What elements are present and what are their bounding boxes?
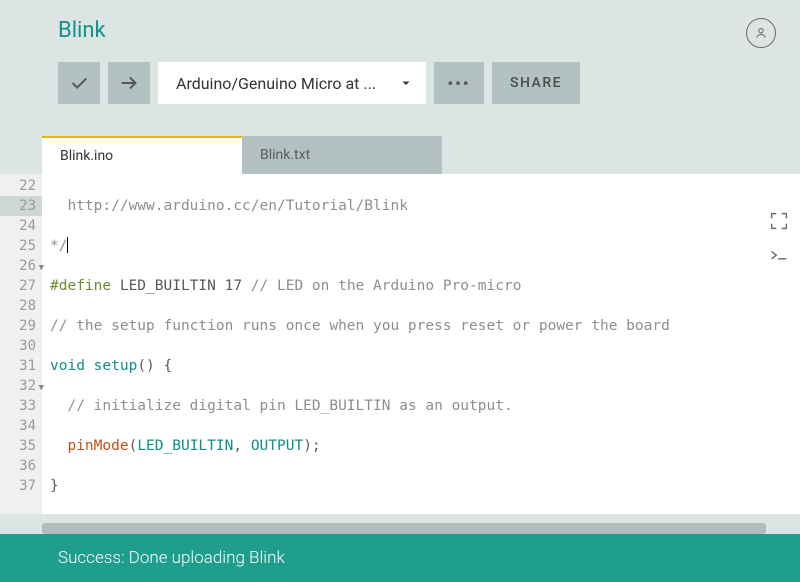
page-title: Blink [58, 18, 106, 43]
status-text: Success: Done uploading Blink [58, 548, 285, 568]
terminal-icon[interactable] [768, 246, 790, 268]
gutter-line: 35 [0, 436, 42, 456]
tab-label: Blink.ino [60, 148, 113, 164]
more-options-button[interactable]: ••• [434, 62, 484, 104]
gutter-line: 36 [0, 456, 42, 476]
tab-bar: Blink.ino Blink.txt [42, 136, 800, 174]
board-select[interactable]: Arduino/Genuino Micro at ... [158, 62, 426, 104]
code-editor[interactable]: 22 23 24 25 26▼ 27 28 29 30 31 32▼ 33 34… [0, 174, 800, 514]
gutter-line: 32▼ [0, 376, 42, 396]
gutter-line: 37 [0, 476, 42, 496]
gutter-line: 23 [0, 196, 42, 216]
gutter-line: 22 [0, 176, 42, 196]
board-select-label: Arduino/Genuino Micro at ... [176, 74, 376, 93]
gutter-line: 25 [0, 236, 42, 256]
gutter-line: 31 [0, 356, 42, 376]
gutter-line: 29 [0, 316, 42, 336]
account-icon[interactable] [746, 18, 776, 48]
horizontal-scrollbar[interactable] [42, 523, 766, 534]
gutter-line: 28 [0, 296, 42, 316]
chevron-down-icon [400, 74, 412, 93]
upload-button[interactable] [108, 62, 150, 104]
gutter-line: 27 [0, 276, 42, 296]
line-gutter: 22 23 24 25 26▼ 27 28 29 30 31 32▼ 33 34… [0, 174, 42, 514]
text-cursor [67, 237, 68, 253]
share-button[interactable]: SHARE [492, 62, 580, 104]
gutter-line: 26▼ [0, 256, 42, 276]
tab-blink-ino[interactable]: Blink.ino [42, 136, 242, 174]
gutter-line: 33 [0, 396, 42, 416]
tab-label: Blink.txt [260, 147, 310, 163]
expand-icon[interactable] [768, 210, 790, 232]
status-bar: Success: Done uploading Blink [0, 534, 800, 582]
gutter-line: 24 [0, 216, 42, 236]
gutter-line: 30 [0, 336, 42, 356]
gutter-line: 34 [0, 416, 42, 436]
code-area[interactable]: http://www.arduino.cc/en/Tutorial/Blink … [42, 174, 800, 514]
verify-button[interactable] [58, 62, 100, 104]
tab-blink-txt[interactable]: Blink.txt [242, 136, 442, 174]
